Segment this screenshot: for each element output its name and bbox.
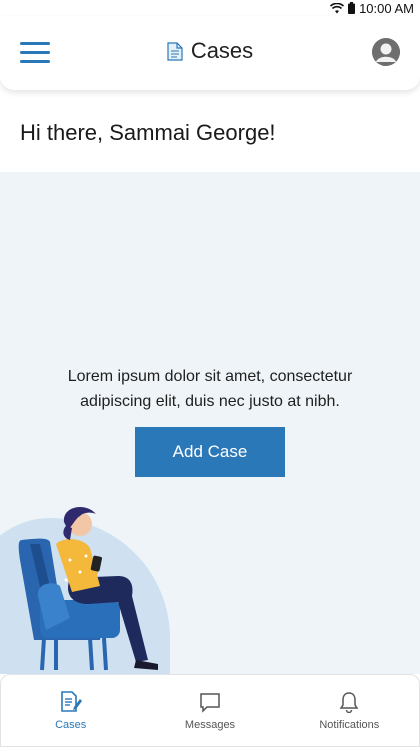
user-icon — [372, 38, 400, 66]
tab-notifications-label: Notifications — [319, 718, 380, 731]
document-icon — [167, 41, 183, 61]
wifi-icon — [330, 2, 345, 13]
app-header: Cases — [0, 16, 420, 90]
status-time: 10:00 AM — [359, 0, 414, 16]
tab-notifications[interactable]: Notifications — [280, 675, 419, 746]
cases-icon — [60, 690, 82, 712]
status-bar: 10:00 AM — [0, 0, 420, 16]
greeting-text: Hi there, Sammai George! — [20, 120, 276, 145]
battery-icon — [348, 2, 356, 14]
woman-in-armchair-illustration — [18, 507, 158, 671]
avatar[interactable] — [372, 38, 400, 66]
bell-icon — [339, 691, 359, 713]
page-title-text: Cases — [190, 38, 254, 63]
empty-state: Lorem ipsum dolor sit amet, consectetur … — [0, 172, 420, 674]
page-title: Cases — [0, 38, 420, 64]
messages-icon — [200, 692, 220, 713]
status-icons — [330, 2, 356, 14]
tab-messages[interactable]: Messages — [140, 675, 279, 746]
add-case-button[interactable]: Add Case — [135, 427, 285, 477]
greeting-section: Hi there, Sammai George! — [0, 90, 420, 172]
tab-cases[interactable]: Cases — [1, 675, 140, 746]
tab-messages-label: Messages — [184, 718, 236, 731]
empty-state-description: Lorem ipsum dolor sit amet, consectetur … — [67, 368, 353, 410]
tab-cases-label: Cases — [55, 718, 87, 731]
bottom-tab-bar: Cases Messages Notifications — [0, 674, 420, 747]
